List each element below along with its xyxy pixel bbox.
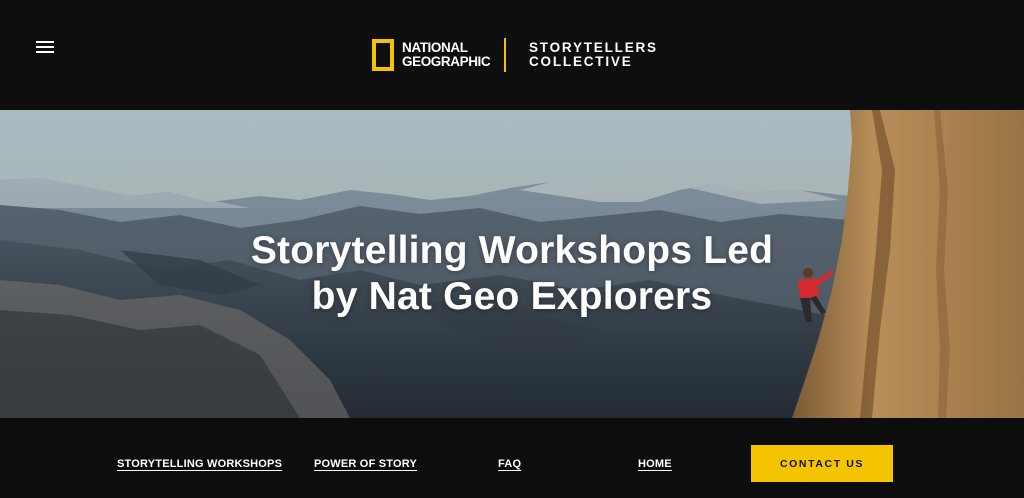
- menu-bar: [36, 41, 54, 43]
- page: NATIONAL GEOGRAPHIC STORYTELLERS COLLECT…: [0, 0, 1024, 498]
- logo-divider: [504, 38, 506, 72]
- hero-title-line-2: by Nat Geo Explorers: [311, 275, 713, 318]
- nav-link-storytelling-workshops[interactable]: STORYTELLING WORKSHOPS: [117, 458, 282, 470]
- wordmark-line-2: GEOGRAPHIC: [402, 54, 491, 69]
- natgeo-logo[interactable]: NATIONAL GEOGRAPHIC: [372, 38, 491, 72]
- nav-link-faq[interactable]: FAQ: [498, 458, 521, 470]
- wordmark-line-1: NATIONAL: [402, 40, 468, 55]
- hero-title-line-1: Storytelling Workshops Led: [250, 229, 774, 272]
- storytellers-collective-wordmark[interactable]: STORYTELLERS COLLECTIVE: [529, 41, 658, 69]
- menu-bar: [36, 51, 54, 53]
- contact-us-button[interactable]: CONTACT US: [751, 445, 893, 482]
- yellow-border-icon: [372, 39, 394, 71]
- nav-link-home[interactable]: HOME: [638, 458, 672, 470]
- natgeo-wordmark: NATIONAL GEOGRAPHIC: [402, 40, 491, 69]
- menu-bar: [36, 46, 54, 48]
- hamburger-menu-icon[interactable]: [34, 38, 56, 58]
- collective-line-1: STORYTELLERS: [529, 40, 658, 55]
- nav-link-power-of-story[interactable]: POWER OF STORY: [314, 458, 417, 470]
- bottom-nav: STORYTELLING WORKSHOPS POWER OF STORY FA…: [0, 418, 1024, 498]
- hero-banner: Storytelling Workshops Led by Nat Geo Ex…: [0, 110, 1024, 418]
- collective-line-2: COLLECTIVE: [529, 54, 633, 69]
- site-header: NATIONAL GEOGRAPHIC STORYTELLERS COLLECT…: [0, 0, 1024, 110]
- hero-title: Storytelling Workshops Led by Nat Geo Ex…: [212, 228, 812, 320]
